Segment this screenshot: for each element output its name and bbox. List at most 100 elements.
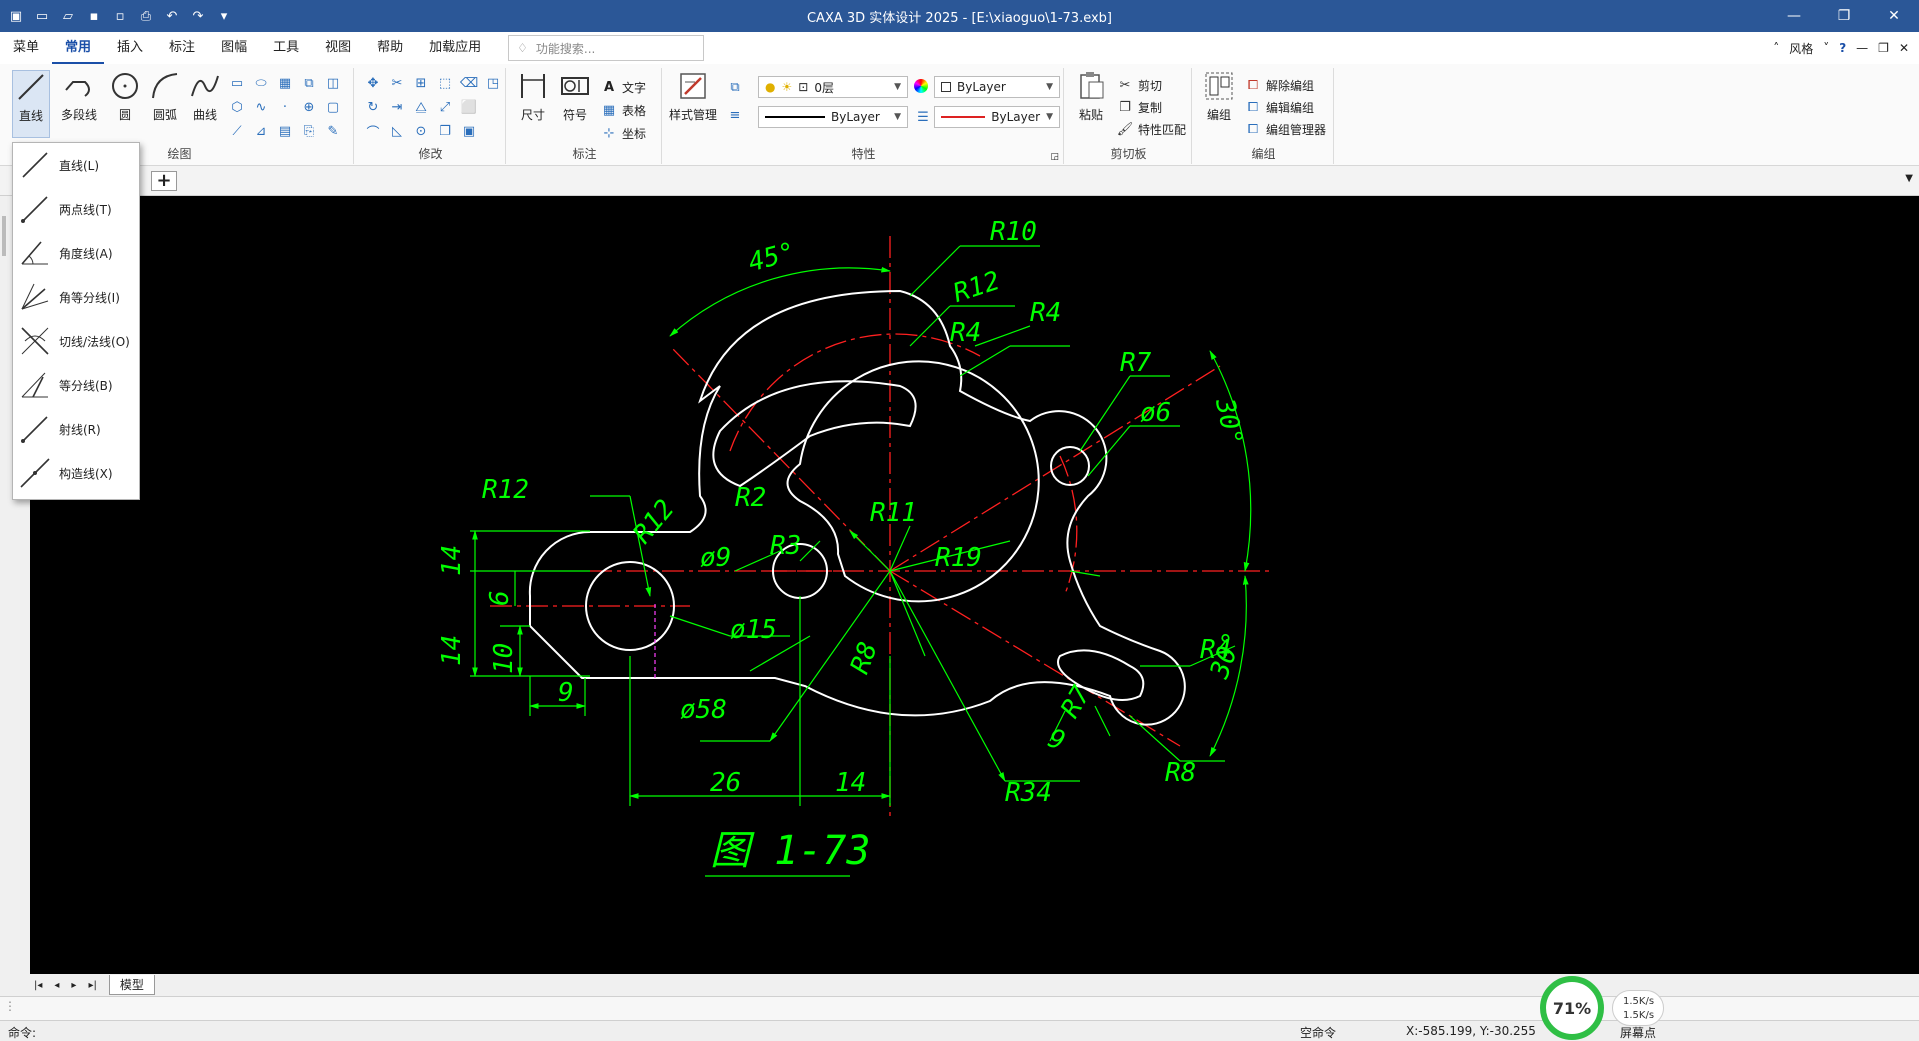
feature-search[interactable]: ♢ 功能搜索... bbox=[508, 35, 705, 61]
tab-help[interactable]: 帮助 bbox=[364, 32, 416, 64]
cpu-usage-widget[interactable]: 71% bbox=[1540, 976, 1604, 1040]
table-button[interactable]: ▦ 表格 bbox=[600, 101, 646, 119]
boundary-icon[interactable]: ▢ bbox=[324, 98, 342, 116]
trim-line-icon[interactable]: ⊿ bbox=[252, 122, 270, 140]
tab-addins[interactable]: 加载应用 bbox=[416, 32, 494, 64]
paste-button[interactable]: 粘贴 bbox=[1072, 70, 1110, 138]
customize-qa-icon[interactable]: ▾ bbox=[216, 9, 232, 24]
linetype-select[interactable]: ByLayer ▼ bbox=[758, 106, 908, 128]
menu-item-angle-bisector[interactable]: 角等分线(I) bbox=[13, 275, 139, 319]
tab-annotate[interactable]: 标注 bbox=[156, 32, 208, 64]
circle-button[interactable]: 圆 bbox=[106, 70, 144, 138]
dimension-button[interactable]: 尺寸 bbox=[514, 70, 552, 138]
cut-button[interactable]: ✂ 剪切 bbox=[1116, 76, 1162, 94]
erase-icon[interactable]: ⌫ bbox=[460, 74, 478, 92]
minimize-button[interactable]: — bbox=[1769, 0, 1819, 32]
scale-icon[interactable]: ⤢ bbox=[436, 98, 454, 116]
tab-overflow-icon[interactable]: ▼ bbox=[1905, 173, 1913, 184]
first-layout-icon[interactable]: |◂ bbox=[34, 980, 42, 991]
mirror-icon[interactable]: ⧋ bbox=[412, 98, 430, 116]
curve-button[interactable]: 曲线 bbox=[186, 70, 224, 138]
line-button[interactable]: 直线 bbox=[12, 70, 50, 138]
match-properties-button[interactable]: 🖌 特性匹配 bbox=[1116, 120, 1186, 138]
open-file-icon[interactable]: ▱ bbox=[60, 9, 76, 24]
menu-item-line[interactable]: 直线(L) bbox=[13, 143, 139, 187]
ellipse-icon[interactable]: ⬭ bbox=[252, 74, 270, 92]
tab-common[interactable]: 常用 bbox=[52, 32, 105, 64]
color-select[interactable]: ByLayer ▼ bbox=[934, 76, 1060, 98]
dialog-launcher-icon[interactable]: ◲ bbox=[1050, 152, 1059, 162]
break-icon[interactable]: ⊙ bbox=[412, 122, 430, 140]
chevron-down-icon[interactable]: ˅ bbox=[1823, 41, 1829, 55]
color-wheel-icon[interactable] bbox=[914, 79, 928, 93]
chamfer-icon[interactable]: ◺ bbox=[388, 122, 406, 140]
block-icon[interactable]: ⧉ bbox=[300, 74, 318, 92]
polygon-icon[interactable]: ⬡ bbox=[228, 98, 246, 116]
save-icon[interactable]: ▪ bbox=[86, 9, 102, 24]
menu-item-angle-line[interactable]: 角度线(A) bbox=[13, 231, 139, 275]
image-icon[interactable]: ◫ bbox=[324, 74, 342, 92]
extend-icon[interactable]: ⇥ bbox=[388, 98, 406, 116]
text-button[interactable]: A 文字 bbox=[600, 78, 646, 96]
tab-tools[interactable]: 工具 bbox=[260, 32, 312, 64]
print-icon[interactable]: ⎙ bbox=[138, 9, 154, 24]
lineweight-select[interactable]: ByLayer ▼ bbox=[934, 106, 1060, 128]
move-icon[interactable]: ✥ bbox=[364, 74, 382, 92]
last-layout-icon[interactable]: ▸| bbox=[88, 980, 96, 991]
rotate-icon[interactable]: ↻ bbox=[364, 98, 382, 116]
menu-item-two-point-line[interactable]: 两点线(T) bbox=[13, 187, 139, 231]
layer-manager-icon[interactable]: ⧉ bbox=[726, 78, 744, 96]
hatch-icon[interactable]: ▦ bbox=[276, 74, 294, 92]
style-manager-button[interactable]: 样式管理 bbox=[666, 70, 720, 138]
point-icon[interactable]: · bbox=[276, 98, 294, 116]
save-all-icon[interactable]: ▫ bbox=[112, 9, 128, 24]
edit-group-button[interactable]: ⧠ 编辑编组 bbox=[1244, 98, 1314, 116]
new-tab-button[interactable]: + bbox=[151, 171, 177, 191]
lineweight-icon[interactable]: ☰ bbox=[914, 108, 932, 126]
rectangle-icon[interactable]: ▭ bbox=[228, 74, 246, 92]
text-import-icon[interactable]: ⎘ bbox=[300, 122, 318, 140]
fillet-icon[interactable]: ⌒ bbox=[364, 122, 382, 141]
close-button[interactable]: ✕ bbox=[1869, 0, 1919, 32]
arc-button[interactable]: 圆弧 bbox=[146, 70, 184, 138]
offset-icon[interactable]: ⬜ bbox=[460, 98, 478, 116]
group-button[interactable]: 编组 bbox=[1200, 70, 1238, 138]
menu-item-ray[interactable]: 射线(R) bbox=[13, 407, 139, 451]
trim-icon[interactable]: ✂ bbox=[388, 74, 406, 92]
array-icon[interactable]: ⊞ bbox=[412, 74, 430, 92]
tab-frame[interactable]: 图幅 bbox=[208, 32, 260, 64]
menu-item-divide-line[interactable]: 等分线(B) bbox=[13, 363, 139, 407]
polyline-button[interactable]: 多段线 bbox=[56, 70, 102, 138]
copy-obj-icon[interactable]: ❐ bbox=[436, 122, 454, 140]
new-file-icon[interactable]: ▭ bbox=[34, 9, 50, 24]
center-mark-icon[interactable]: ⊕ bbox=[300, 98, 318, 116]
snap-mode[interactable]: 屏幕点 bbox=[1620, 1024, 1656, 1041]
tab-insert[interactable]: 插入 bbox=[104, 32, 156, 64]
group-manager-button[interactable]: ⧠ 编组管理器 bbox=[1244, 120, 1326, 138]
maximize-button[interactable]: ❐ bbox=[1819, 0, 1869, 32]
explode-icon[interactable]: ◳ bbox=[484, 74, 502, 92]
properties-obj-icon[interactable]: ▣ bbox=[460, 122, 478, 140]
table-icon[interactable]: ▤ bbox=[276, 122, 294, 140]
layer-select[interactable]: ● ☀ ⊡ 0层 ▼ bbox=[758, 76, 908, 98]
menu-item-tangent-normal[interactable]: 切线/法线(O) bbox=[13, 319, 139, 363]
spline-icon[interactable]: ∿ bbox=[252, 98, 270, 116]
next-layout-icon[interactable]: ▸ bbox=[71, 980, 76, 991]
doc-close-icon[interactable]: ✕ bbox=[1899, 41, 1909, 55]
redo-icon[interactable]: ↷ bbox=[190, 9, 206, 24]
menu-main[interactable]: 菜单 bbox=[0, 32, 52, 64]
tab-view[interactable]: 视图 bbox=[312, 32, 364, 64]
slope-line-icon[interactable]: ⟋ bbox=[228, 122, 246, 140]
doc-restore-icon[interactable]: ❐ bbox=[1878, 41, 1889, 55]
menu-item-construction-line[interactable]: 构造线(X) bbox=[13, 451, 139, 495]
help-icon[interactable]: ? bbox=[1839, 41, 1846, 55]
coordinate-button[interactable]: ⊹ 坐标 bbox=[600, 124, 646, 142]
undo-icon[interactable]: ↶ bbox=[164, 9, 180, 24]
collapse-ribbon-icon[interactable]: ˄ bbox=[1773, 41, 1779, 55]
tab-model[interactable]: 模型 bbox=[108, 975, 155, 995]
style-menu[interactable]: 风格 bbox=[1789, 40, 1813, 57]
pen-icon[interactable]: ✎ bbox=[324, 122, 342, 140]
drawing-canvas[interactable]: 45° R10 R12 R4 R4 R7 ø6 30° 30° R4 R8 R7… bbox=[30, 196, 1919, 974]
side-panel-handle[interactable] bbox=[2, 216, 6, 256]
doc-minimize-icon[interactable]: — bbox=[1856, 41, 1868, 55]
